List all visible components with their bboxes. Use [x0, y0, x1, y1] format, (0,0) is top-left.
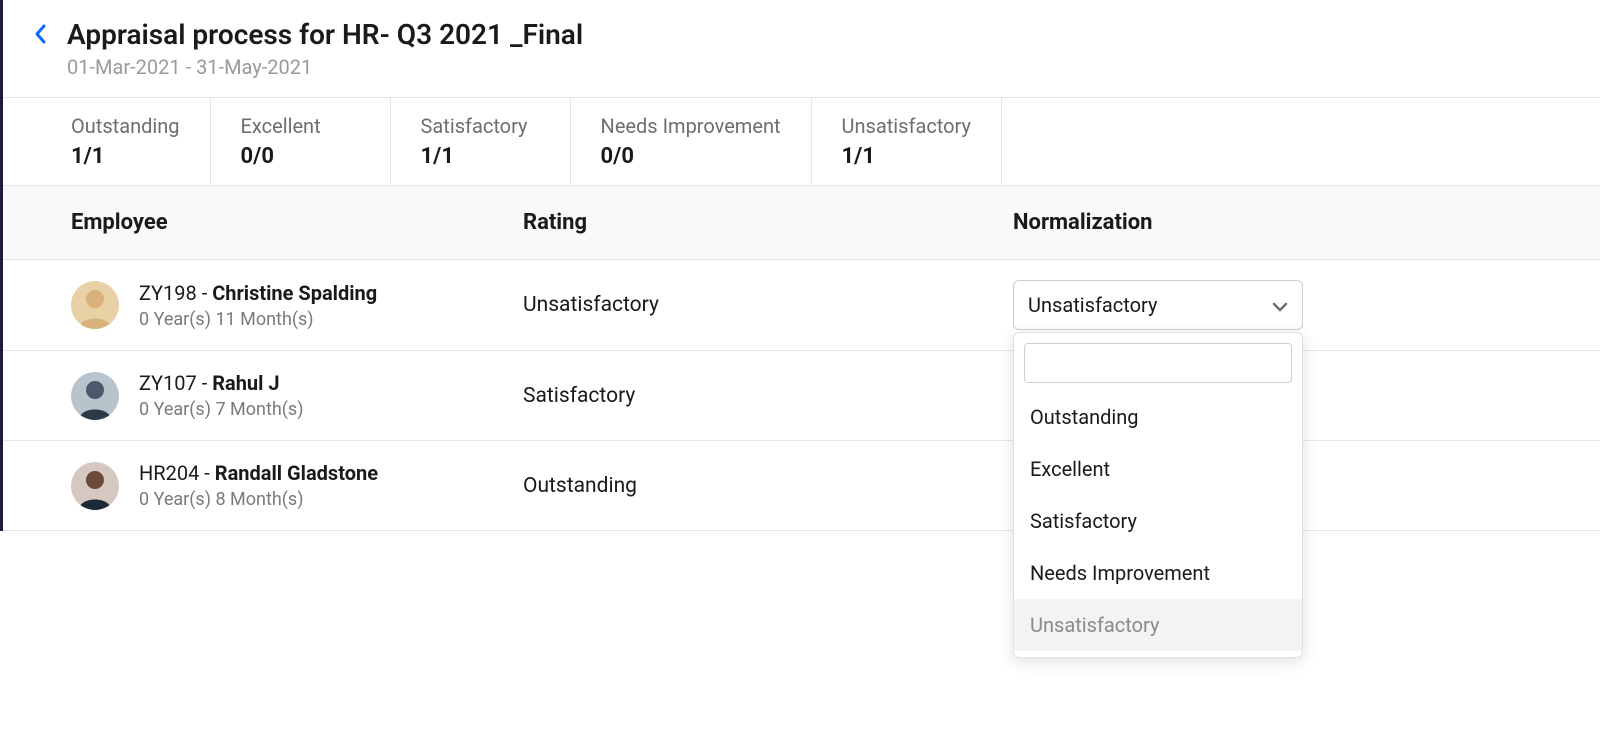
table-row: ZY107 - Rahul J 0 Year(s) 7 Month(s) Sat… — [3, 351, 1600, 441]
appraisal-page: Appraisal process for HR- Q3 2021 _Final… — [3, 0, 1600, 531]
employee-text: ZY198 - Christine Spalding 0 Year(s) 11 … — [139, 281, 377, 330]
rating-cell: Unsatisfactory — [523, 293, 1013, 317]
summary-outstanding: Outstanding 1/1 — [3, 98, 211, 185]
summary-satisfactory: Satisfactory 1/1 — [391, 98, 571, 185]
employee-name: Rahul J — [212, 371, 279, 395]
summary-value: 1/1 — [71, 144, 180, 169]
rating-cell: Satisfactory — [523, 384, 1013, 408]
employee-cell: ZY107 - Rahul J 0 Year(s) 7 Month(s) — [3, 371, 523, 420]
table-row: ZY198 - Christine Spalding 0 Year(s) 11 … — [3, 260, 1600, 351]
dropdown-option-outstanding[interactable]: Outstanding — [1014, 391, 1302, 443]
normalization-cell: Unsatisfactory Outstanding Excellent Sat… — [1013, 280, 1600, 330]
summary-value: 0/0 — [601, 144, 781, 169]
employee-code: HR204 — [139, 461, 199, 485]
summary-label: Needs Improvement — [601, 114, 781, 138]
summary-needs-improvement: Needs Improvement 0/0 — [571, 98, 812, 185]
employee-cell: ZY198 - Christine Spalding 0 Year(s) 11 … — [3, 281, 523, 330]
avatar — [71, 281, 119, 329]
employee-code: ZY198 — [139, 281, 197, 305]
page-title: Appraisal process for HR- Q3 2021 _Final — [67, 18, 583, 51]
col-header-normalization: Normalization — [1013, 210, 1600, 235]
table-header: Employee Rating Normalization — [3, 186, 1600, 260]
summary-bar: Outstanding 1/1 Excellent 0/0 Satisfacto… — [3, 97, 1600, 186]
col-header-employee: Employee — [3, 210, 523, 235]
summary-label: Excellent — [241, 114, 360, 138]
dropdown-search-wrap — [1024, 343, 1292, 383]
employee-text: ZY107 - Rahul J 0 Year(s) 7 Month(s) — [139, 371, 303, 420]
employee-cell: HR204 - Randall Gladstone 0 Year(s) 8 Mo… — [3, 461, 523, 510]
summary-label: Outstanding — [71, 114, 180, 138]
employee-text: HR204 - Randall Gladstone 0 Year(s) 8 Mo… — [139, 461, 378, 510]
summary-label: Unsatisfactory — [842, 114, 971, 138]
employee-tenure: 0 Year(s) 11 Month(s) — [139, 309, 377, 330]
date-range: 01-Mar-2021 - 31-May-2021 — [67, 55, 583, 79]
employee-name: Randall Gladstone — [215, 461, 378, 485]
separator: - — [204, 461, 215, 485]
employee-line1: ZY107 - Rahul J — [139, 371, 303, 395]
employee-table: Employee Rating Normalization ZY198 - Ch… — [3, 186, 1600, 531]
select-value: Unsatisfactory — [1028, 293, 1157, 317]
chevron-down-icon — [1272, 293, 1288, 317]
dropdown-search-input[interactable] — [1035, 353, 1281, 374]
summary-value: 0/0 — [241, 144, 360, 169]
summary-label: Satisfactory — [421, 114, 540, 138]
dropdown-option-excellent[interactable]: Excellent — [1014, 443, 1302, 495]
rating-cell: Outstanding — [523, 474, 1013, 498]
summary-unsatisfactory: Unsatisfactory 1/1 — [812, 98, 1002, 185]
employee-line1: HR204 - Randall Gladstone — [139, 461, 378, 485]
employee-tenure: 0 Year(s) 8 Month(s) — [139, 489, 378, 510]
employee-name: Christine Spalding — [212, 281, 377, 305]
employee-code: ZY107 — [139, 371, 197, 395]
back-button[interactable] — [33, 22, 49, 50]
summary-value: 1/1 — [421, 144, 540, 169]
avatar — [71, 462, 119, 510]
separator: - — [202, 281, 213, 305]
summary-excellent: Excellent 0/0 — [211, 98, 391, 185]
col-header-rating: Rating — [523, 210, 1013, 235]
page-header: Appraisal process for HR- Q3 2021 _Final… — [3, 0, 1600, 97]
employee-tenure: 0 Year(s) 7 Month(s) — [139, 399, 303, 420]
separator: - — [202, 371, 213, 395]
dropdown-option-satisfactory[interactable]: Satisfactory — [1014, 495, 1302, 547]
dropdown-option-needs-improvement[interactable]: Needs Improvement — [1014, 547, 1302, 599]
normalization-dropdown: Outstanding Excellent Satisfactory Needs… — [1013, 332, 1303, 658]
dropdown-option-unsatisfactory[interactable]: Unsatisfactory — [1014, 599, 1302, 651]
normalization-select[interactable]: Unsatisfactory — [1013, 280, 1303, 330]
title-area: Appraisal process for HR- Q3 2021 _Final… — [67, 18, 583, 79]
chevron-left-icon — [33, 22, 49, 46]
summary-value: 1/1 — [842, 144, 971, 169]
table-row: HR204 - Randall Gladstone 0 Year(s) 8 Mo… — [3, 441, 1600, 531]
employee-line1: ZY198 - Christine Spalding — [139, 281, 377, 305]
avatar — [71, 372, 119, 420]
